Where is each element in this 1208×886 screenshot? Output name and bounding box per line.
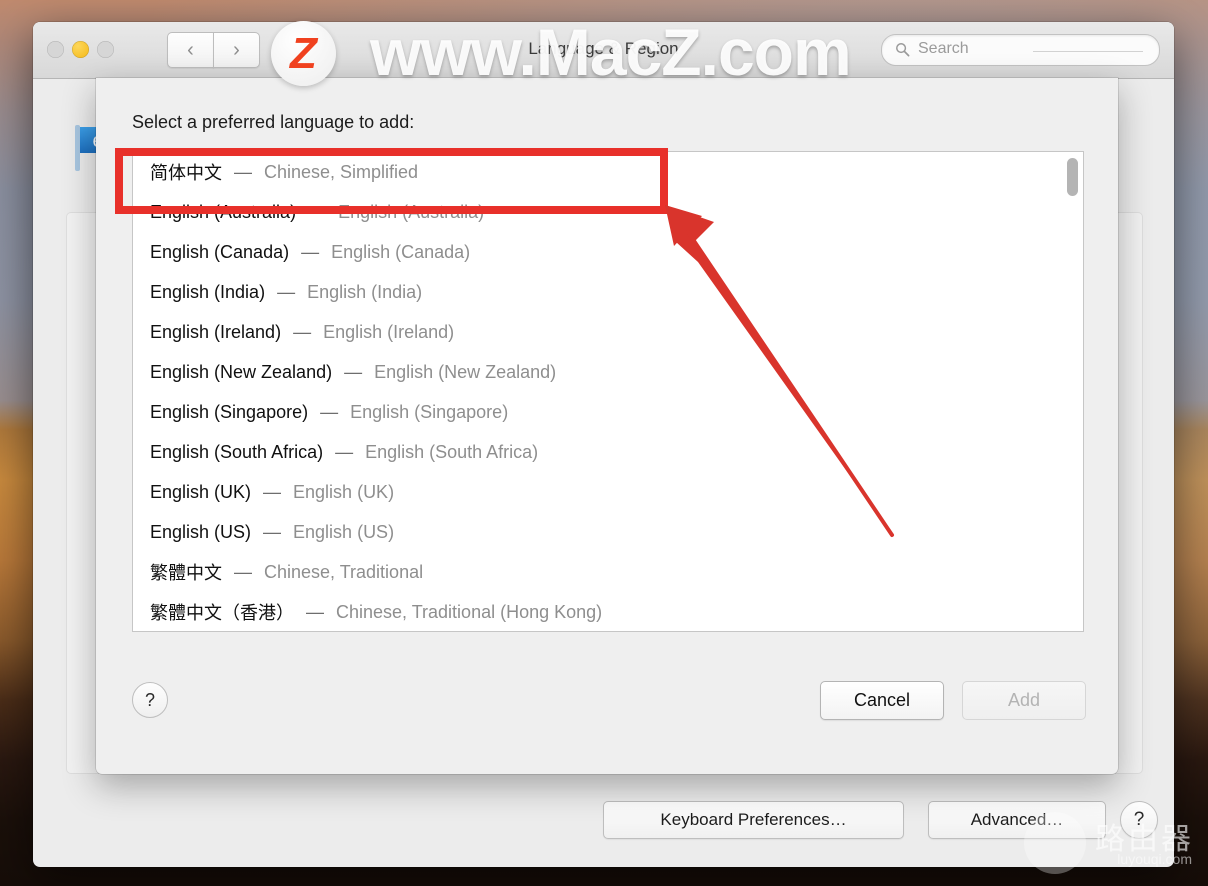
language-list-item[interactable]: English (US) — English (US)	[133, 512, 1083, 552]
language-native-name: English (US)	[150, 521, 252, 542]
language-list-item[interactable]: English (Australia) — English (Australia)	[133, 192, 1083, 232]
question-mark-icon: ?	[1133, 809, 1145, 830]
language-separator-dash: —	[234, 161, 252, 182]
search-field-rule	[1033, 51, 1143, 52]
language-english-name: English (UK)	[293, 481, 395, 502]
keyboard-preferences-button[interactable]: Keyboard Preferences…	[603, 801, 904, 839]
language-separator-dash: —	[306, 601, 324, 622]
language-native-name: English (Australia)	[150, 201, 297, 222]
language-list[interactable]: 简体中文 — Chinese, Simplified English (Austral…	[132, 151, 1084, 632]
language-native-name: English (India)	[150, 281, 266, 302]
language-list-item[interactable]: English (Singapore) — English (Singapore)	[133, 392, 1083, 432]
language-native-name: 繁體中文	[150, 563, 222, 583]
advanced-button[interactable]: Advanced…	[928, 801, 1106, 839]
language-native-name: English (UK)	[150, 481, 252, 502]
search-placeholder-text: Search	[918, 40, 969, 57]
language-list-item[interactable]: English (UK) — English (UK)	[133, 472, 1083, 512]
language-list-item[interactable]: 简体中文 — Chinese, Simplified	[133, 152, 1083, 192]
language-english-name: Chinese, Simplified	[264, 161, 419, 182]
language-list-item[interactable]: English (Canada) — English (Canada)	[133, 232, 1083, 272]
language-separator-dash: —	[301, 241, 320, 262]
language-separator-dash: —	[308, 201, 327, 222]
language-list-item[interactable]: English (Ireland) — English (Ireland)	[133, 312, 1083, 352]
language-separator-dash: —	[263, 521, 282, 542]
language-english-name: English (Canada)	[331, 241, 471, 262]
language-separator-dash: —	[320, 401, 339, 422]
language-english-name: English (US)	[293, 521, 395, 542]
language-native-name: English (Singapore)	[150, 401, 309, 422]
language-list-item[interactable]: English (India) — English (India)	[133, 272, 1083, 312]
keyboard-preferences-label: Keyboard Preferences…	[660, 810, 847, 829]
language-list-item[interactable]: 繁體中文 — Chinese, Traditional	[133, 552, 1083, 592]
add-language-sheet: Select a preferred language to add: 简体中文…	[96, 78, 1118, 774]
language-english-name: English (Ireland)	[323, 321, 455, 342]
advanced-label: Advanced…	[970, 810, 1064, 829]
language-separator-dash: —	[234, 561, 252, 582]
search-icon	[896, 43, 910, 57]
window-titlebar: ‹ › Language & Region Search	[33, 22, 1174, 79]
language-list-scrollbar[interactable]	[1066, 156, 1079, 627]
language-english-name: English (Singapore)	[350, 401, 509, 422]
language-separator-dash: —	[277, 281, 296, 302]
language-list-item[interactable]: 繁體中文（香港） — Chinese, Traditional (Hong Kong…	[133, 592, 1083, 631]
language-separator-dash: —	[263, 481, 282, 502]
language-english-name: English (India)	[307, 281, 423, 302]
language-separator-dash: —	[293, 321, 312, 342]
language-separator-dash: —	[335, 441, 354, 462]
language-native-name: 繁體中文（香港）	[150, 603, 294, 623]
cancel-button[interactable]: Cancel	[820, 681, 944, 720]
language-list-item[interactable]: English (New Zealand) — English (New Zeala…	[133, 352, 1083, 392]
cancel-label: Cancel	[853, 690, 911, 710]
language-list-item[interactable]: English (South Africa) — English (South Af…	[133, 432, 1083, 472]
language-separator-dash: —	[344, 361, 363, 382]
sheet-help-button[interactable]: ?	[132, 682, 168, 718]
add-button: Add	[962, 681, 1086, 720]
language-native-name: 简体中文	[150, 163, 222, 183]
language-native-name: English (Ireland)	[150, 321, 282, 342]
add-label: Add	[1007, 690, 1041, 710]
language-native-name: English (Canada)	[150, 241, 290, 262]
language-english-name: Chinese, Traditional	[264, 561, 424, 582]
scrollbar-thumb[interactable]	[1067, 158, 1078, 196]
macz-logo-letter: Z	[290, 28, 317, 78]
language-native-name: English (New Zealand)	[150, 361, 333, 382]
search-input[interactable]: Search	[881, 34, 1160, 66]
sheet-prompt-label: Select a preferred language to add:	[132, 112, 415, 132]
language-native-name: English (South Africa)	[150, 441, 324, 462]
preferences-bottom-toolbar: Keyboard Preferences… Advanced… ?	[33, 789, 1174, 867]
macz-logo-badge: Z	[271, 21, 336, 86]
language-english-name: English (Australia)	[338, 201, 485, 222]
language-english-name: English (South Africa)	[365, 441, 539, 462]
language-english-name: English (New Zealand)	[374, 361, 557, 382]
help-button[interactable]: ?	[1120, 801, 1158, 839]
question-mark-icon: ?	[144, 689, 155, 710]
language-english-name: Chinese, Traditional (Hong Kong)	[336, 601, 603, 622]
